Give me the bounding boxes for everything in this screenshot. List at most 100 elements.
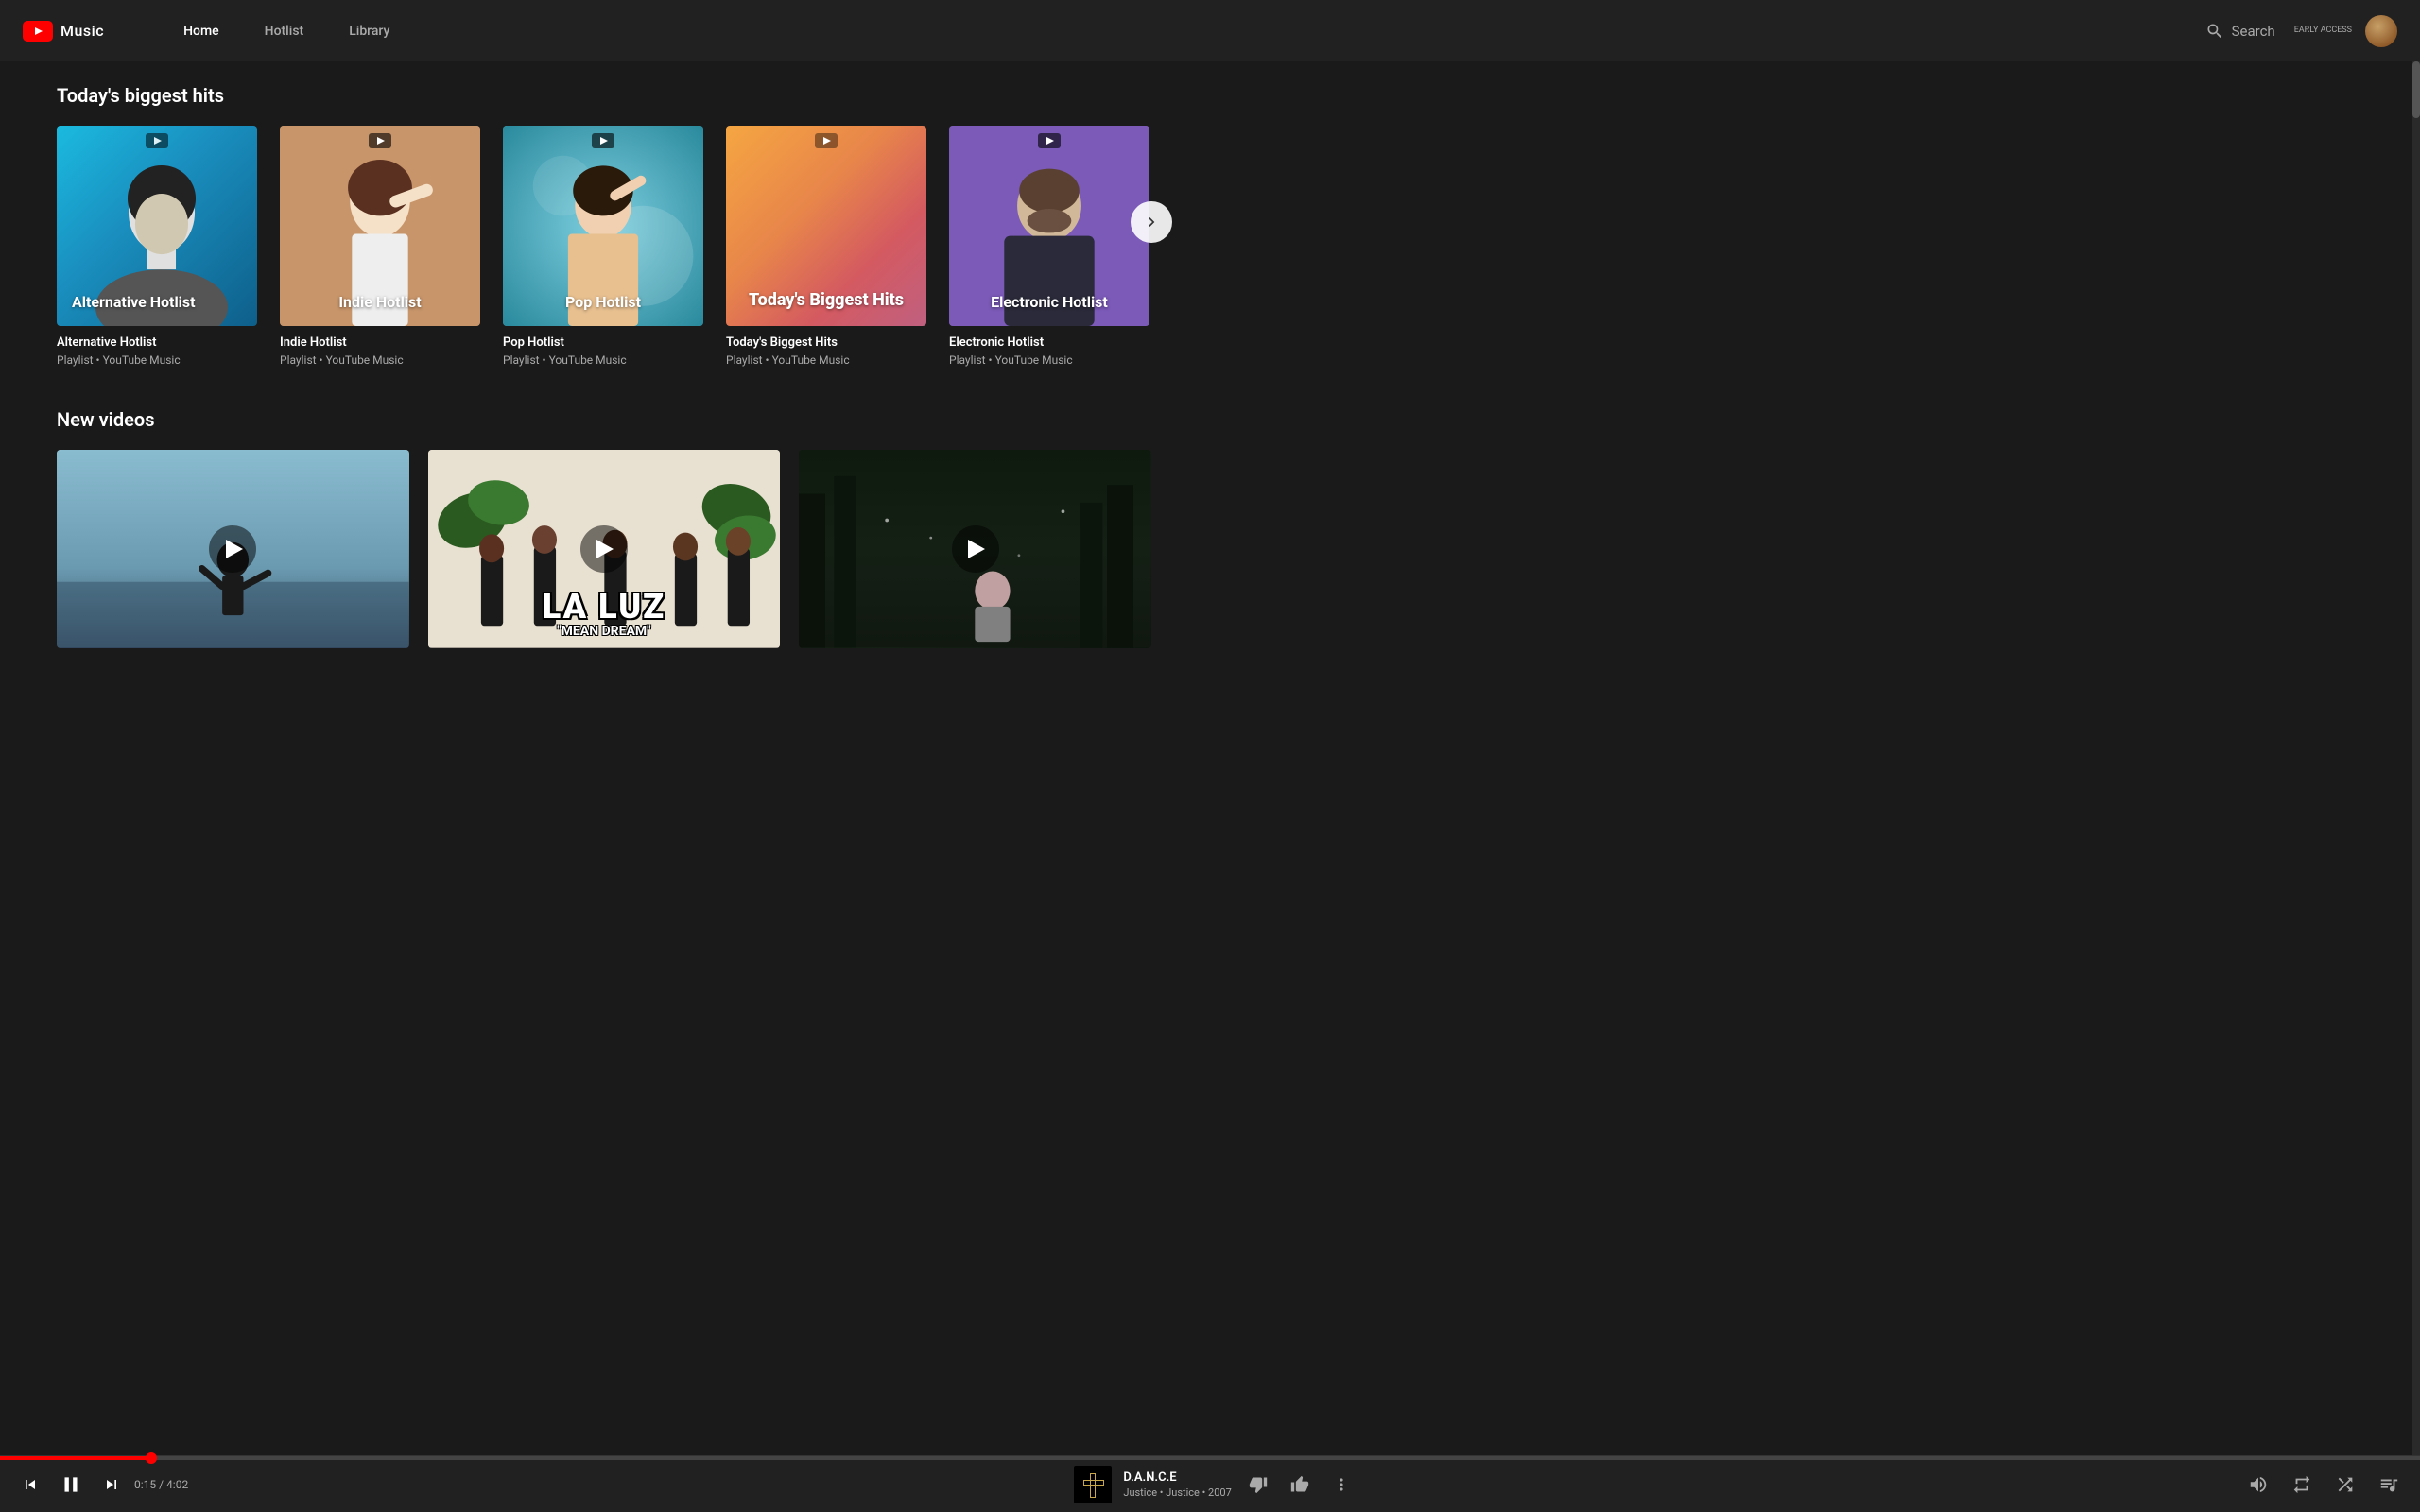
play-pause-button[interactable] bbox=[53, 1467, 89, 1503]
progress-dot[interactable] bbox=[146, 1452, 157, 1464]
video-thumb-3 bbox=[799, 450, 1151, 648]
yt-icon-alt bbox=[146, 133, 168, 152]
yt-icon-pop bbox=[592, 133, 614, 152]
playlist-cards-row: Alternative Hotlist Alternative Hotlist … bbox=[57, 126, 1153, 367]
card-biggest-hits[interactable]: Today's Biggest Hits Today's Biggest Hit… bbox=[726, 126, 926, 367]
card-thumb-pop: Pop Hotlist bbox=[503, 126, 703, 326]
time-total: 4:02 bbox=[166, 1478, 188, 1491]
search-area[interactable]: Search bbox=[2205, 22, 2275, 41]
play-button-3[interactable] bbox=[952, 525, 999, 573]
repeat-icon bbox=[2291, 1474, 2312, 1495]
nav-home[interactable]: Home bbox=[161, 16, 242, 46]
videos-row: LA LUZ "MEAN DREAM" bbox=[57, 450, 1153, 648]
prev-button[interactable] bbox=[15, 1469, 45, 1500]
video-card-1[interactable] bbox=[57, 450, 409, 648]
thumbs-down-icon bbox=[1249, 1475, 1268, 1494]
logo-area[interactable]: Music bbox=[23, 21, 104, 42]
more-options-button[interactable] bbox=[1326, 1469, 1357, 1500]
nav-hotlist[interactable]: Hotlist bbox=[242, 16, 327, 46]
next-track-button[interactable] bbox=[96, 1469, 127, 1500]
progress-bar[interactable] bbox=[0, 1456, 2420, 1460]
card-meta-alt: Playlist • YouTube Music bbox=[57, 353, 257, 367]
card-thumb-alt: Alternative Hotlist bbox=[57, 126, 257, 326]
scrollbar-track[interactable] bbox=[2412, 61, 2420, 1455]
user-avatar[interactable] bbox=[2365, 15, 2397, 47]
volume-icon bbox=[2248, 1474, 2269, 1495]
youtube-logo-icon bbox=[23, 21, 53, 42]
queue-icon bbox=[2378, 1474, 2399, 1495]
time-display: 0:15 / 4:02 bbox=[134, 1478, 188, 1491]
justice-cross-icon bbox=[1083, 1473, 1102, 1496]
yt-icon-electronic bbox=[1038, 133, 1061, 152]
card-label-indie: Indie Hotlist bbox=[280, 335, 480, 350]
track-meta: Justice • Justice • 2007 bbox=[1123, 1486, 1231, 1499]
now-playing-thumb bbox=[1074, 1466, 1112, 1503]
time-current: 0:15 bbox=[134, 1478, 156, 1491]
now-playing: D.A.N.C.E Justice • Justice • 2007 bbox=[203, 1466, 2227, 1503]
pause-icon bbox=[59, 1472, 83, 1497]
card-indie-hotlist[interactable]: Indie Hotlist Indie Hotlist Playlist • Y… bbox=[280, 126, 480, 367]
card-title-overlay-alt: Alternative Hotlist bbox=[57, 274, 257, 326]
now-playing-info: D.A.N.C.E Justice • Justice • 2007 bbox=[1123, 1470, 1231, 1499]
chevron-right-icon bbox=[1142, 213, 1161, 232]
skip-next-icon bbox=[102, 1475, 121, 1494]
track-title: D.A.N.C.E bbox=[1123, 1470, 1231, 1485]
card-label-electronic: Electronic Hotlist bbox=[949, 335, 1150, 350]
video-card-3[interactable] bbox=[799, 450, 1151, 648]
play-button-1[interactable] bbox=[209, 525, 256, 573]
player-right-controls bbox=[2242, 1469, 2405, 1501]
shuffle-icon bbox=[2335, 1474, 2356, 1495]
video-card-la-luz[interactable]: LA LUZ "MEAN DREAM" bbox=[428, 450, 781, 648]
video-thumb-1 bbox=[57, 450, 409, 648]
new-videos-title: New videos bbox=[57, 408, 1153, 431]
new-videos-section: New videos bbox=[0, 386, 1210, 667]
search-label: Search bbox=[2232, 23, 2275, 40]
logo-text: Music bbox=[60, 22, 104, 40]
card-meta-pop: Playlist • YouTube Music bbox=[503, 353, 703, 367]
nav-library[interactable]: Library bbox=[326, 16, 412, 46]
repeat-button[interactable] bbox=[2286, 1469, 2318, 1501]
card-thumb-indie: Indie Hotlist bbox=[280, 126, 480, 326]
next-button[interactable] bbox=[1131, 201, 1172, 243]
header: Music Home Hotlist Library Search EARLY … bbox=[0, 0, 2420, 61]
card-meta-electronic: Playlist • YouTube Music bbox=[949, 353, 1150, 367]
card-title-overlay-indie: Indie Hotlist bbox=[280, 274, 480, 326]
card-thumb-electronic: Electronic Hotlist bbox=[949, 126, 1150, 326]
card-label-alt: Alternative Hotlist bbox=[57, 335, 257, 350]
card-label-pop: Pop Hotlist bbox=[503, 335, 703, 350]
card-title-overlay-pop: Pop Hotlist bbox=[503, 274, 703, 326]
shuffle-button[interactable] bbox=[2329, 1469, 2361, 1501]
thumbs-up-button[interactable] bbox=[1285, 1469, 1315, 1500]
card-alt-hotlist[interactable]: Alternative Hotlist Alternative Hotlist … bbox=[57, 126, 257, 367]
la-luz-subtitle: "MEAN DREAM" bbox=[438, 624, 771, 639]
player-bar: 0:15 / 4:02 D.A.N.C.E Justice • Justice … bbox=[0, 1455, 2420, 1512]
thumbs-down-button[interactable] bbox=[1243, 1469, 1273, 1500]
skip-prev-icon bbox=[21, 1475, 40, 1494]
player-controls: 0:15 / 4:02 bbox=[15, 1467, 188, 1503]
main-nav: Home Hotlist Library bbox=[161, 16, 2205, 46]
thumbs-up-icon bbox=[1290, 1475, 1309, 1494]
main-content: Today's biggest hits bbox=[0, 61, 1210, 699]
card-thumb-biggest: Today's Biggest Hits bbox=[726, 126, 926, 326]
video-thumb-la-luz: LA LUZ "MEAN DREAM" bbox=[428, 450, 781, 648]
card-title-overlay-electronic: Electronic Hotlist bbox=[949, 274, 1150, 326]
yt-icon-biggest bbox=[815, 133, 838, 152]
scrollbar-thumb[interactable] bbox=[2412, 61, 2420, 118]
card-meta-biggest: Playlist • YouTube Music bbox=[726, 353, 926, 367]
play-button-la-luz[interactable] bbox=[580, 525, 628, 573]
card-electronic-hotlist[interactable]: Electronic Hotlist Electronic Hotlist Pl… bbox=[949, 126, 1150, 367]
card-title-overlay-biggest: Today's Biggest Hits bbox=[726, 271, 926, 326]
progress-fill bbox=[0, 1456, 151, 1460]
volume-button[interactable] bbox=[2242, 1469, 2274, 1501]
play-triangle-icon-2 bbox=[596, 540, 614, 558]
card-pop-hotlist[interactable]: Pop Hotlist Pop Hotlist Playlist • YouTu… bbox=[503, 126, 703, 367]
search-icon bbox=[2205, 22, 2224, 41]
la-luz-title: LA LUZ bbox=[438, 590, 771, 624]
play-triangle-icon bbox=[226, 540, 243, 558]
card-meta-indie: Playlist • YouTube Music bbox=[280, 353, 480, 367]
more-vert-icon bbox=[1332, 1475, 1351, 1494]
queue-button[interactable] bbox=[2373, 1469, 2405, 1501]
la-luz-overlay: LA LUZ "MEAN DREAM" bbox=[438, 590, 771, 639]
biggest-hits-title: Today's biggest hits bbox=[57, 84, 1153, 107]
biggest-hits-section: Today's biggest hits bbox=[0, 61, 1210, 386]
